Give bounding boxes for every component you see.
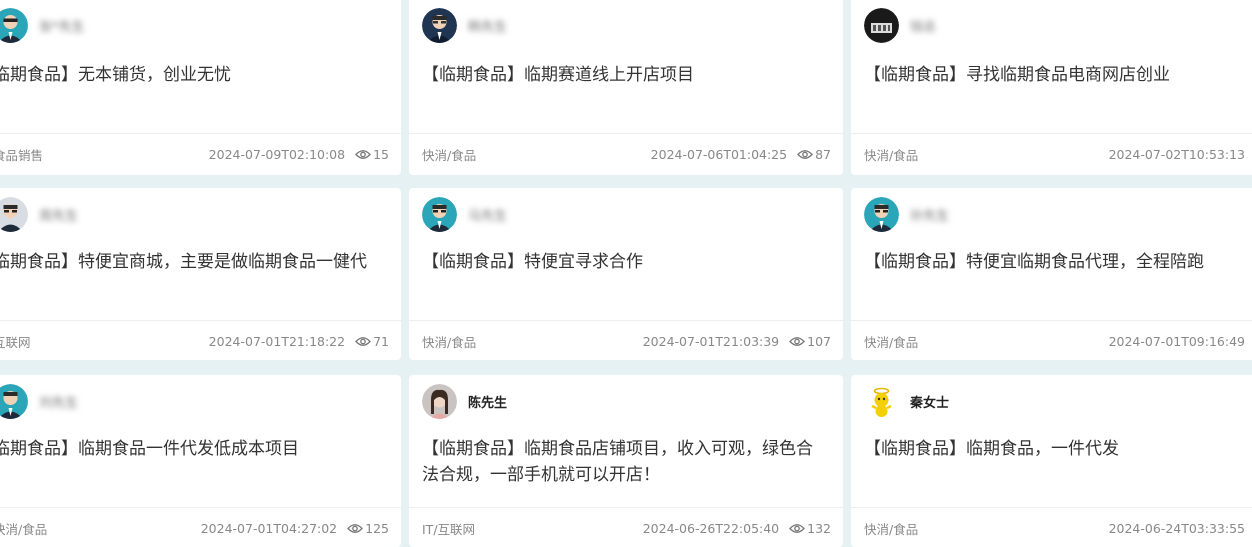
post-date: 2024-07-01T09:16:49 — [1108, 333, 1245, 349]
divider — [851, 507, 1252, 508]
user-name: 钱总 — [910, 19, 937, 35]
post-date: 2024-06-24T03:33:55 — [1108, 520, 1245, 536]
listing-card[interactable]: 刘先生 临期食品】临期食品一件代发低成本项目 快消/食品 2024-07-01T… — [0, 375, 401, 547]
listing-title[interactable]: 【临期食品】临期食品店铺项目，收入可观，绿色合法合规，一部手机就可以开店！ — [422, 436, 829, 488]
user-name: 张*先生 — [39, 19, 85, 35]
category-label: 快消/食品 — [422, 147, 477, 163]
listing-title[interactable]: 临期食品】无本铺货，创业无忧 — [0, 62, 387, 88]
listing-card[interactable]: 钱总 【临期食品】寻找临期食品电商网店创业 快消/食品 2024-07-02T1… — [851, 0, 1252, 175]
listing-card[interactable]: 张*先生 临期食品】无本铺货，创业无忧 食品销售 2024-07-09T02:1… — [0, 0, 401, 175]
listing-title[interactable]: 【临期食品】寻找临期食品电商网店创业 — [864, 62, 1252, 88]
listing-title[interactable]: 【临期食品】特便宜寻求合作 — [422, 249, 829, 275]
view-count: 15 — [373, 146, 389, 162]
avatar[interactable] — [422, 7, 457, 43]
user-name: 韩先生 — [468, 19, 508, 35]
post-date: 2024-07-06T01:04:25 — [650, 146, 788, 162]
avatar[interactable] — [0, 383, 28, 419]
listing-card[interactable]: 孙先生 【临期食品】特便宜临期食品代理，全程陪跑 快消/食品 2024-07-0… — [851, 188, 1252, 360]
user-name: 陈先生 — [468, 395, 508, 411]
view-count: 132 — [807, 520, 831, 536]
category-label: 互联网 — [0, 334, 31, 350]
eye-icon — [347, 523, 364, 533]
category-label: 快消/食品 — [422, 334, 477, 350]
divider — [0, 133, 401, 134]
user-name: 秦女士 — [910, 395, 950, 411]
divider — [851, 133, 1252, 134]
user-name: 周先生 — [39, 208, 79, 224]
view-count: 71 — [373, 333, 389, 349]
divider — [409, 133, 843, 134]
post-date: 2024-07-01T04:27:02 — [200, 520, 338, 536]
post-date: 2024-07-02T10:53:13 — [1108, 146, 1245, 162]
avatar[interactable] — [422, 383, 457, 419]
eye-icon — [797, 149, 813, 159]
category-label: 食品销售 — [0, 147, 44, 163]
avatar[interactable] — [864, 383, 899, 419]
category-label: 快消/食品 — [864, 147, 919, 163]
eye-icon — [789, 336, 806, 346]
user-name: 马先生 — [468, 208, 508, 224]
view-count: 125 — [365, 520, 389, 536]
eye-icon — [355, 149, 371, 159]
divider — [409, 507, 843, 508]
divider — [0, 320, 401, 321]
listing-title[interactable]: 临期食品】临期食品一件代发低成本项目 — [0, 436, 387, 462]
post-date: 2024-07-01T21:03:39 — [642, 333, 780, 349]
eye-icon — [789, 523, 806, 533]
avatar[interactable] — [864, 7, 899, 43]
listing-title[interactable]: 【临期食品】临期赛道线上开店项目 — [422, 62, 829, 88]
avatar[interactable] — [864, 196, 899, 232]
user-name: 刘先生 — [39, 395, 79, 411]
avatar[interactable] — [422, 196, 457, 232]
avatar[interactable] — [0, 196, 28, 232]
view-count: 107 — [807, 333, 831, 349]
divider — [0, 507, 401, 508]
divider — [851, 320, 1252, 321]
listing-card[interactable]: 韩先生 【临期食品】临期赛道线上开店项目 快消/食品 2024-07-06T01… — [409, 0, 843, 175]
divider — [409, 320, 843, 321]
listing-card[interactable]: 秦女士 【临期食品】临期食品，一件代发 快消/食品 2024-06-24T03:… — [851, 375, 1252, 547]
avatar[interactable] — [0, 7, 28, 43]
user-name: 孙先生 — [910, 208, 950, 224]
listing-title[interactable]: 【临期食品】特便宜临期食品代理，全程陪跑 — [864, 249, 1252, 275]
post-date: 2024-07-09T02:10:08 — [208, 146, 346, 162]
post-date: 2024-07-01T21:18:22 — [208, 333, 346, 349]
listing-title[interactable]: 【临期食品】临期食品，一件代发 — [864, 436, 1252, 462]
listing-card[interactable]: 马先生 【临期食品】特便宜寻求合作 快消/食品 2024-07-01T21:03… — [409, 188, 843, 360]
listing-card[interactable]: 周先生 临期食品】特便宜商城，主要是做临期食品一健代 互联网 2024-07-0… — [0, 188, 401, 360]
category-label: 快消/食品 — [864, 334, 919, 350]
listing-card[interactable]: 陈先生 【临期食品】临期食品店铺项目，收入可观，绿色合法合规，一部手机就可以开店… — [409, 375, 843, 547]
eye-icon — [355, 336, 371, 346]
listing-title[interactable]: 临期食品】特便宜商城，主要是做临期食品一健代 — [0, 249, 387, 275]
post-date: 2024-06-26T22:05:40 — [642, 520, 780, 536]
view-count: 87 — [815, 146, 831, 162]
